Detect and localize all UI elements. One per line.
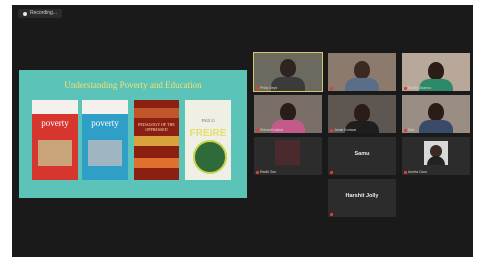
participant-tile[interactable]: Harshit Jolly xyxy=(328,179,396,217)
mic-muted-icon xyxy=(256,86,259,90)
participant-name: Ruchit Sharma xyxy=(408,86,432,90)
participant-name: Amrita Gaur xyxy=(408,170,427,174)
participant-tile[interactable]: Radhi Sen xyxy=(254,137,322,175)
mic-muted-icon xyxy=(404,170,407,174)
book-cover-photo-1 xyxy=(38,140,72,166)
participant-tile[interactable] xyxy=(328,53,396,91)
participant-name: Jamie Konwar xyxy=(334,128,357,132)
book-title-4: PAULO xyxy=(201,118,215,123)
mic-muted-icon xyxy=(330,171,333,174)
book-title-3: PEDAGOGY OF THE OPPRESSED xyxy=(138,122,175,132)
participant-name: Philip Dept xyxy=(260,86,277,90)
mic-muted-icon xyxy=(256,170,259,174)
mic-muted-icon xyxy=(330,128,333,132)
participant-tile[interactable]: Philip Dept xyxy=(253,52,323,92)
recording-label: Recording... xyxy=(30,10,57,16)
participant-tile[interactable]: Amrita Gaur xyxy=(402,137,470,175)
participant-display-name: Samu xyxy=(354,151,370,157)
participant-name: Deb xyxy=(408,128,415,132)
mic-muted-icon xyxy=(404,86,407,90)
author-portrait xyxy=(193,140,227,174)
book-title-2: poverty xyxy=(91,118,119,128)
book-title-1: poverty xyxy=(41,118,69,128)
book-cover-photo-2 xyxy=(88,140,122,166)
mic-muted-icon xyxy=(404,128,407,132)
recording-indicator: Recording... xyxy=(18,9,62,18)
book-cover-1: poverty xyxy=(32,100,78,180)
participant-tile[interactable]: Shivani Kakkar xyxy=(254,95,322,133)
participant-tile[interactable]: Jamie Konwar xyxy=(328,95,396,133)
mic-muted-icon xyxy=(330,87,333,90)
participant-name: Radhi Sen xyxy=(260,170,277,174)
book-subtitle-4: FREIRE xyxy=(189,128,227,139)
meeting-window: Recording... Understanding Poverty and E… xyxy=(12,5,473,257)
book-cover-4: PAULO FREIRE xyxy=(185,100,231,180)
mic-muted-icon xyxy=(330,213,333,216)
participant-tile[interactable]: Deb xyxy=(402,95,470,133)
slide-title: Understanding Poverty and Education xyxy=(64,80,202,90)
participant-avatar xyxy=(275,140,300,165)
participant-tile[interactable]: Ruchit Sharma xyxy=(402,53,470,91)
participant-name: Shivani Kakkar xyxy=(260,128,284,132)
mic-muted-icon xyxy=(256,128,259,132)
participant-display-name: Harshit Jolly xyxy=(345,193,379,199)
record-icon xyxy=(23,11,27,16)
book-cover-2: poverty xyxy=(82,100,128,180)
participant-tile[interactable]: Samu xyxy=(328,137,396,175)
shared-screen[interactable]: Understanding Poverty and Education pove… xyxy=(19,70,247,198)
book-cover-3: PEDAGOGY OF THE OPPRESSED xyxy=(134,100,179,180)
